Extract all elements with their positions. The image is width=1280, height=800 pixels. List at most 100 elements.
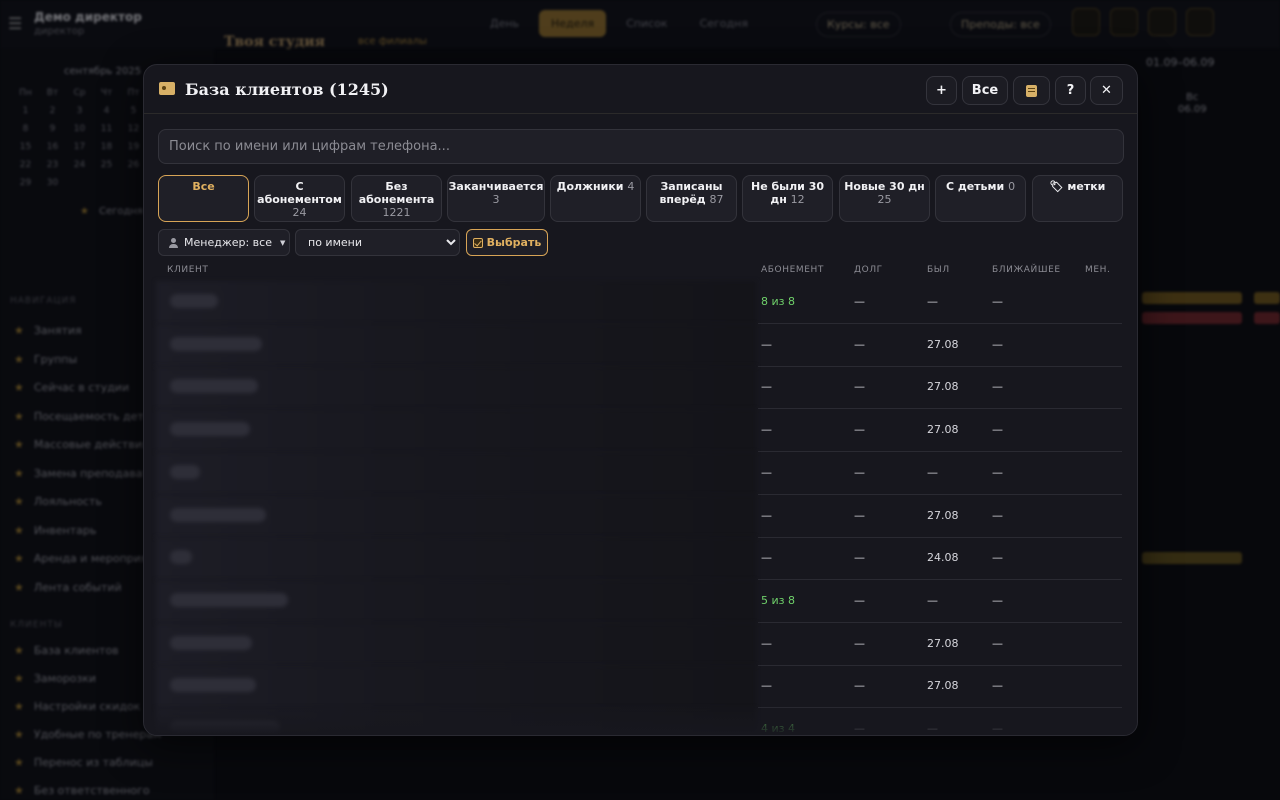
tab-day[interactable]: День (478, 10, 531, 37)
add-client-button[interactable]: + (926, 76, 957, 105)
calendar-day[interactable]: 18 (93, 142, 120, 156)
sidebar-item[interactable]: Инвентарь (14, 524, 96, 537)
filter-chip[interactable]: Должники 4 (550, 175, 641, 222)
calendar-day[interactable]: Ср (66, 88, 93, 102)
calendar-day[interactable]: Чт (93, 88, 120, 102)
sidebar-item[interactable]: Заморозки (14, 672, 96, 685)
table-row[interactable]: — — 27.08 — (758, 495, 1122, 538)
calendar-day[interactable]: 29 (12, 178, 39, 192)
search-input[interactable] (158, 129, 1124, 164)
calendar-day[interactable]: 10 (66, 124, 93, 138)
filter-chip[interactable]: Без абонемента 1221 (351, 175, 442, 222)
lesson-chip[interactable] (1254, 292, 1280, 304)
table-row[interactable]: — — 27.08 — (758, 623, 1122, 666)
calendar-today-link[interactable]: Сегодня (80, 206, 143, 217)
close-button[interactable]: ✕ (1090, 76, 1123, 105)
filter-chip[interactable]: С детьми 0 (935, 175, 1026, 222)
menu-icon[interactable]: ☰ (8, 14, 22, 33)
sort-select[interactable]: по имени (295, 229, 460, 256)
client-name-redacted[interactable] (156, 281, 756, 324)
table-row[interactable]: — — 27.08 — (758, 409, 1122, 453)
filter-chip[interactable]: 🏷 метки (1032, 175, 1123, 222)
table-row[interactable]: 8 из 8 — — — (758, 281, 1122, 324)
filter-chip[interactable]: Заканчивается 3 (447, 175, 545, 222)
sidebar-item[interactable]: Лента событий (14, 581, 122, 594)
client-name-redacted[interactable] (156, 451, 756, 495)
lesson-chip[interactable] (1254, 312, 1280, 324)
cell-subscription: — (761, 551, 772, 565)
toolbar-icon-3[interactable] (1148, 8, 1176, 36)
calendar-day[interactable]: 3 (66, 106, 93, 120)
calendar-day[interactable] (66, 178, 93, 192)
calendar-day[interactable]: 25 (93, 160, 120, 174)
table-row[interactable]: — — 27.08 — (758, 324, 1122, 367)
client-name-redacted[interactable] (156, 323, 756, 367)
toolbar-icon-2[interactable] (1110, 8, 1138, 36)
client-name-redacted[interactable] (156, 409, 756, 453)
sidebar-item[interactable]: Настройки скидок (14, 700, 140, 713)
tab-list[interactable]: Список (614, 10, 679, 37)
modal-header: База клиентов (1245) + Все ? ✕ (144, 65, 1137, 114)
calendar-day[interactable]: 15 (12, 142, 39, 156)
sidebar-item[interactable]: Занятия (14, 324, 82, 337)
cell-subscription: — (761, 508, 772, 522)
sidebar-item[interactable]: Посещаемость детей (14, 410, 158, 423)
calendar-day[interactable]: 8 (12, 124, 39, 138)
sidebar-item[interactable]: База клиентов (14, 644, 119, 657)
calendar-day[interactable]: 17 (66, 142, 93, 156)
table-row[interactable]: 5 из 8 — — — (758, 580, 1122, 623)
calendar-title: сентябрь 2025 (64, 66, 142, 77)
calendar-day[interactable]: 1 (12, 106, 39, 120)
help-button[interactable]: ? (1055, 76, 1086, 105)
lesson-chip[interactable] (1142, 312, 1242, 324)
manager-select[interactable]: Менеджер: все ▼ (158, 229, 290, 256)
filter-chip[interactable]: Все (158, 175, 249, 222)
toolbar-icon-4[interactable] (1186, 8, 1214, 36)
select-mode-button[interactable]: Выбрать (466, 229, 548, 256)
sidebar-item[interactable]: Группы (14, 353, 77, 366)
client-name-redacted[interactable] (156, 579, 756, 623)
client-name-redacted[interactable] (156, 665, 756, 709)
client-name-redacted[interactable] (156, 622, 756, 666)
calendar-day[interactable]: 23 (39, 160, 66, 174)
calendar-day[interactable]: Вт (39, 88, 66, 102)
courses-filter[interactable]: Курсы: все (816, 12, 901, 37)
notes-button[interactable] (1013, 76, 1050, 105)
lesson-chip[interactable] (1142, 292, 1242, 304)
table-row[interactable]: — — 27.08 — (758, 665, 1122, 709)
client-name-redacted[interactable] (156, 366, 756, 410)
filter-chip[interactable]: Новые 30 дн 25 (839, 175, 930, 222)
cell-subscription: 8 из 8 (761, 295, 795, 308)
table-row[interactable]: — — — — (758, 452, 1122, 495)
calendar-day[interactable]: 16 (39, 142, 66, 156)
calendar-day[interactable]: 11 (93, 124, 120, 138)
table-row[interactable]: — — 27.08 — (758, 366, 1122, 410)
tab-week[interactable]: Неделя (539, 10, 607, 37)
calendar-day[interactable]: 4 (93, 106, 120, 120)
tab-today[interactable]: Сегодня (688, 10, 760, 37)
filter-chip[interactable]: Не были 30 дн 12 (742, 175, 833, 222)
calendar-day[interactable]: 30 (39, 178, 66, 192)
calendar-day[interactable]: 22 (12, 160, 39, 174)
client-name-redacted[interactable] (156, 537, 756, 581)
client-name-redacted[interactable] (156, 494, 756, 538)
filter-chip[interactable]: Записаны вперёд 87 (646, 175, 737, 222)
sidebar-item[interactable]: Массовые действия (14, 438, 149, 451)
sidebar-item[interactable]: Сейчас в студии (14, 381, 129, 394)
show-all-button[interactable]: Все (962, 76, 1008, 105)
table-row[interactable]: — — 24.08 — (758, 537, 1122, 581)
calendar-day[interactable]: Пн (12, 88, 39, 102)
teachers-filter[interactable]: Преподы: все (950, 12, 1051, 37)
calendar-day[interactable] (93, 178, 120, 192)
calendar-day[interactable]: 24 (66, 160, 93, 174)
toolbar-icon-1[interactable] (1072, 8, 1100, 36)
sidebar-item[interactable]: Без ответственного (14, 784, 150, 797)
studio-branch[interactable]: все филиалы (358, 36, 427, 47)
calendar-day[interactable]: 2 (39, 106, 66, 120)
sidebar-item[interactable]: Перенос из таблицы (14, 756, 153, 769)
lesson-chip[interactable] (1142, 552, 1242, 564)
sidebar-item[interactable]: Удобные по тренерам (14, 728, 162, 741)
calendar-day[interactable]: 9 (39, 124, 66, 138)
sidebar-item[interactable]: Лояльность (14, 495, 102, 508)
filter-chip[interactable]: С абонементом 24 (254, 175, 345, 222)
